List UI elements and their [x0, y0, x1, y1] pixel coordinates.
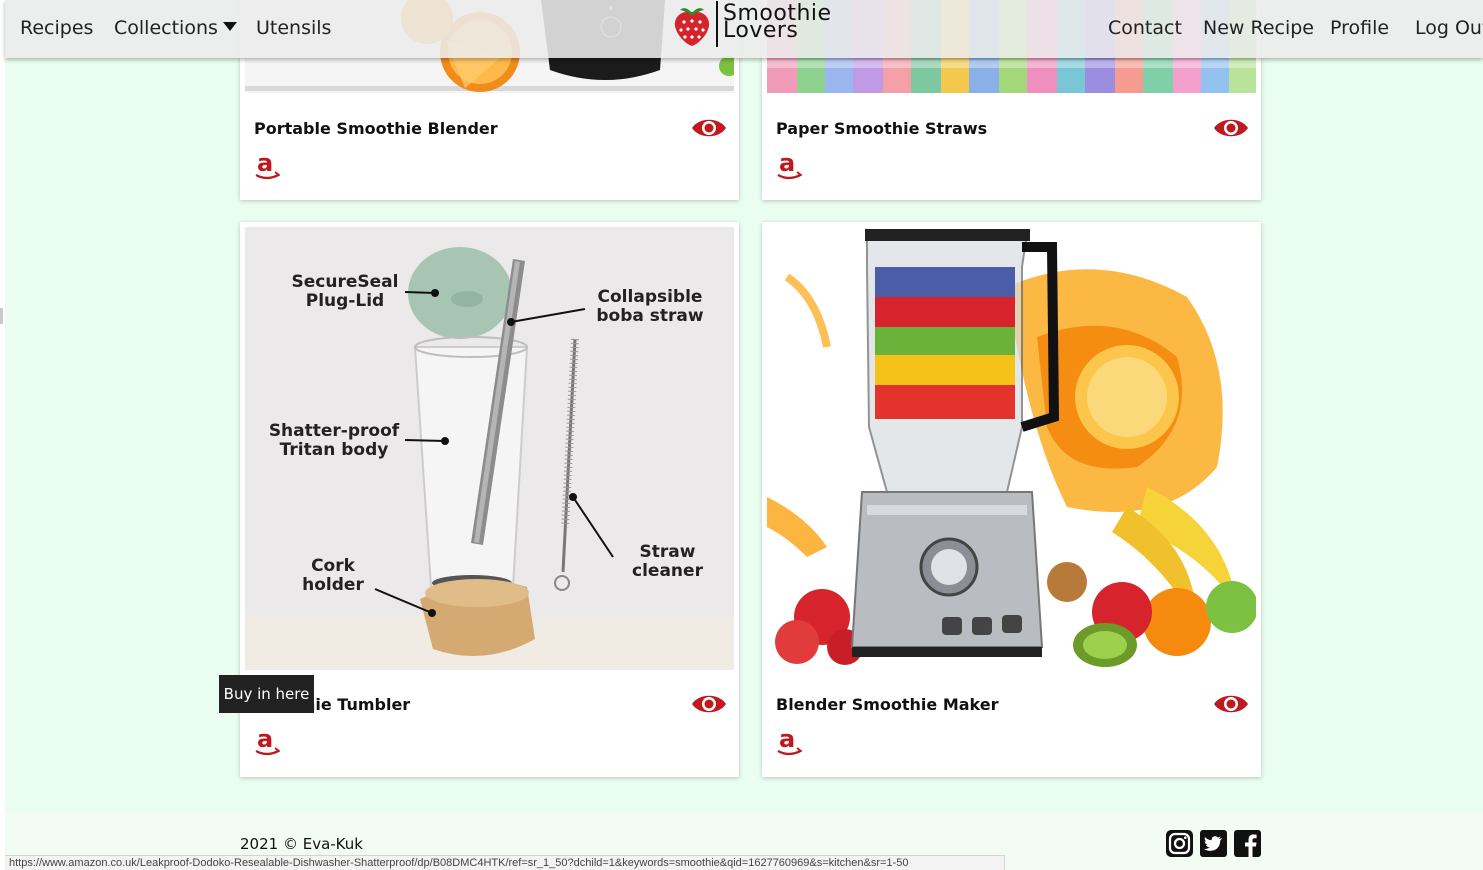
- nav-log-out[interactable]: Log Out: [1415, 17, 1483, 39]
- eye-icon[interactable]: [691, 116, 727, 140]
- nav-utensils[interactable]: Utensils: [256, 17, 331, 39]
- callout-straw: Collapsible boba straw: [596, 287, 704, 326]
- svg-text:a: a: [779, 726, 795, 753]
- amazon-icon[interactable]: a: [776, 726, 802, 758]
- copyright-text: 2021 © Eva-Kuk: [240, 835, 363, 853]
- instagram-icon[interactable]: [1166, 830, 1193, 857]
- eye-icon[interactable]: [1213, 692, 1249, 716]
- strawberry-icon: [674, 8, 710, 47]
- product-title: Blender Smoothie Maker: [776, 695, 999, 714]
- svg-text:a: a: [779, 150, 795, 177]
- amazon-icon[interactable]: a: [254, 726, 280, 758]
- caret-down-icon: [222, 22, 237, 31]
- product-title: hie Tumbler: [304, 695, 411, 714]
- product-card: Blender Smoothie Maker a: [762, 222, 1261, 777]
- twitter-icon[interactable]: [1200, 830, 1227, 857]
- amazon-tooltip: Buy in here: [219, 675, 314, 713]
- product-card: SecureSeal Plug-Lid Collapsible boba str…: [240, 222, 739, 777]
- callout-cleaner: Straw cleaner: [632, 542, 703, 581]
- brand-divider: [716, 1, 718, 47]
- brand-logo[interactable]: Smoothie Lovers: [670, 0, 840, 50]
- eye-icon[interactable]: [1213, 116, 1249, 140]
- top-navbar: Recipes Collections Utensils Smoothie Lo…: [5, 0, 1483, 58]
- nav-collections[interactable]: Collections: [114, 17, 237, 39]
- facebook-icon[interactable]: [1234, 830, 1261, 857]
- product-title: Portable Smoothie Blender: [254, 119, 498, 138]
- nav-profile[interactable]: Profile: [1330, 17, 1389, 39]
- callout-lid: SecureSeal Plug-Lid: [291, 272, 399, 311]
- svg-text:a: a: [257, 150, 273, 177]
- left-edge: [0, 0, 5, 870]
- nav-collections-label: Collections: [114, 17, 218, 39]
- eye-icon[interactable]: [691, 692, 727, 716]
- callout-holder: Cork holder: [302, 556, 364, 595]
- amazon-icon[interactable]: a: [776, 150, 802, 182]
- brand-name-line2: Lovers: [723, 18, 799, 43]
- scroll-marker: [0, 308, 3, 324]
- svg-text:a: a: [257, 726, 273, 753]
- amazon-icon[interactable]: a: [254, 150, 280, 182]
- product-title: Paper Smoothie Straws: [776, 119, 988, 138]
- product-image: SecureSeal Plug-Lid Collapsible boba str…: [245, 227, 734, 670]
- browser-status-url: https://www.amazon.co.uk/Leakproof-Dodok…: [5, 855, 1005, 870]
- nav-new-recipe[interactable]: New Recipe: [1203, 17, 1314, 39]
- nav-contact[interactable]: Contact: [1108, 17, 1182, 39]
- callout-body: Shatter-proof Tritan body: [268, 421, 400, 460]
- nav-recipes[interactable]: Recipes: [20, 17, 93, 39]
- product-image: [767, 227, 1256, 670]
